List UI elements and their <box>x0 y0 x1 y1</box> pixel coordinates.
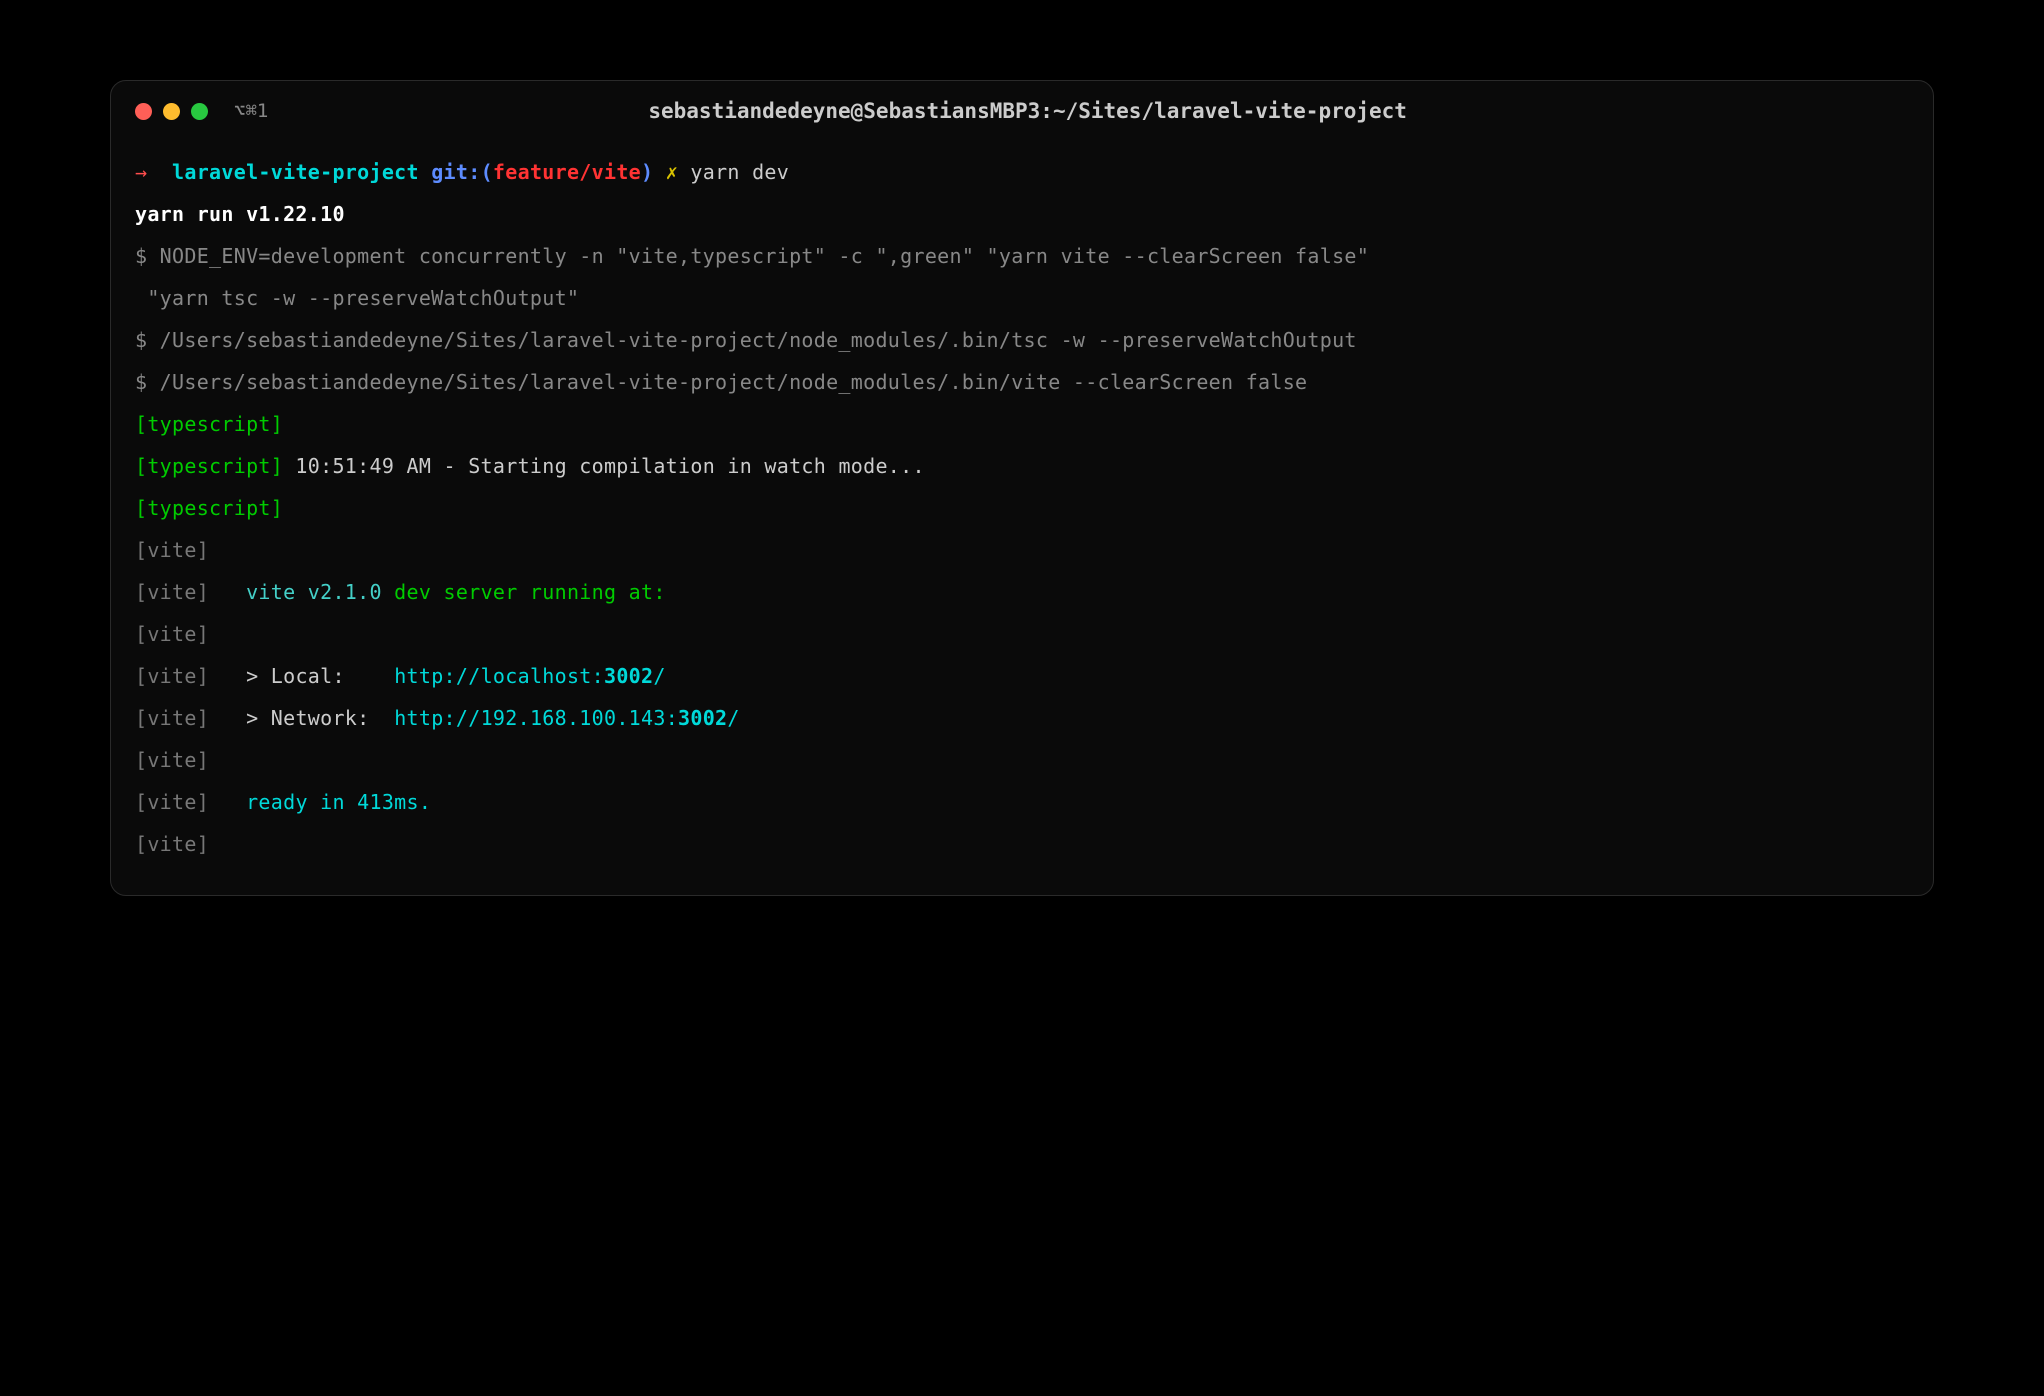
output-line: [typescript] <box>135 403 1909 445</box>
output-line: $ NODE_ENV=development concurrently -n "… <box>135 235 1909 277</box>
output-line: [typescript] <box>135 487 1909 529</box>
tab-indicator: ⌥⌘1 <box>234 100 268 122</box>
prompt-line: → laravel-vite-project git:(feature/vite… <box>135 151 1909 193</box>
output-line: "yarn tsc -w --preserveWatchOutput" <box>135 277 1909 319</box>
network-url: http://192.168.100.143:3002/ <box>394 706 740 730</box>
git-branch: feature/vite <box>493 160 641 184</box>
output-line: [vite] ready in 413ms. <box>135 781 1909 823</box>
output-line: [vite] <box>135 823 1909 865</box>
vite-tag: [vite] <box>135 622 209 646</box>
vite-tag: [vite] <box>135 748 209 772</box>
network-label: > Network: <box>246 706 382 730</box>
output-line: [typescript] 10:51:49 AM - Starting comp… <box>135 445 1909 487</box>
vite-tag: [vite] <box>135 538 209 562</box>
maximize-button[interactable] <box>191 103 208 120</box>
vite-tag: [vite] <box>135 664 209 688</box>
typescript-tag: [typescript] <box>135 496 283 520</box>
dirty-icon: ✗ <box>666 160 678 184</box>
prompt-dir: laravel-vite-project <box>172 160 419 184</box>
dev-server-label: dev server running at: <box>382 580 666 604</box>
local-label: > Local: <box>246 664 382 688</box>
prompt-command: yarn dev <box>690 160 789 184</box>
titlebar: ⌥⌘1 sebastiandedeyne@SebastiansMBP3:~/Si… <box>111 81 1933 141</box>
ready-message: ready in 413ms. <box>246 790 431 814</box>
output-line: [vite] > Network: http://192.168.100.143… <box>135 697 1909 739</box>
traffic-lights <box>135 103 208 120</box>
output-line: [vite] vite v2.1.0 dev server running at… <box>135 571 1909 613</box>
vite-tag: [vite] <box>135 790 209 814</box>
typescript-tag: [typescript] <box>135 412 283 436</box>
prompt-arrow-icon: → <box>135 160 147 184</box>
output-line: $ /Users/sebastiandedeyne/Sites/laravel-… <box>135 319 1909 361</box>
window-title: sebastiandedeyne@SebastiansMBP3:~/Sites/… <box>286 99 1769 123</box>
output-line: [vite] > Local: http://localhost:3002/ <box>135 655 1909 697</box>
vite-tag: [vite] <box>135 832 209 856</box>
git-label: git:( <box>431 160 493 184</box>
terminal-window: ⌥⌘1 sebastiandedeyne@SebastiansMBP3:~/Si… <box>110 80 1934 896</box>
close-button[interactable] <box>135 103 152 120</box>
local-url: http://localhost:3002/ <box>394 664 666 688</box>
vite-tag: [vite] <box>135 706 209 730</box>
output-line: [vite] <box>135 613 1909 655</box>
minimize-button[interactable] <box>163 103 180 120</box>
git-close: ) <box>641 160 653 184</box>
typescript-tag: [typescript] <box>135 454 283 478</box>
compile-message: 10:51:49 AM - Starting compilation in wa… <box>283 454 925 478</box>
output-line: [vite] <box>135 739 1909 781</box>
vite-tag: [vite] <box>135 580 209 604</box>
output-line: $ /Users/sebastiandedeyne/Sites/laravel-… <box>135 361 1909 403</box>
output-line: [vite] <box>135 529 1909 571</box>
vite-version: vite v2.1.0 <box>246 580 382 604</box>
yarn-run-line: yarn run v1.22.10 <box>135 202 345 226</box>
terminal-body[interactable]: → laravel-vite-project git:(feature/vite… <box>111 141 1933 895</box>
output-line: yarn run v1.22.10 <box>135 193 1909 235</box>
